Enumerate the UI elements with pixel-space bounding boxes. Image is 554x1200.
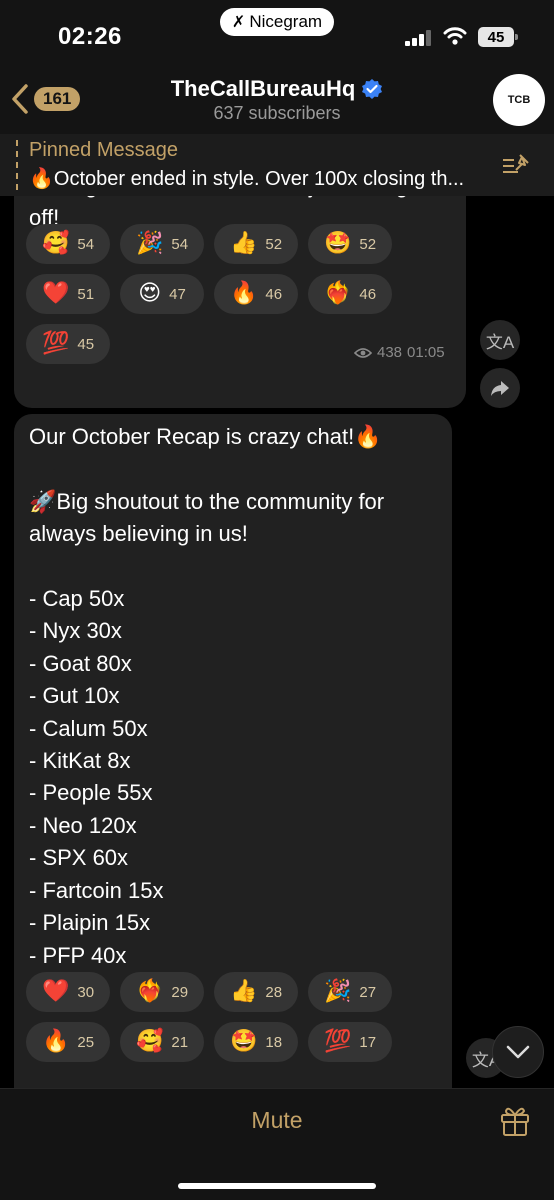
channel-info[interactable]: TheCallBureauHq 637 subscribers: [0, 76, 554, 124]
reaction-emoji: 😍: [138, 281, 162, 306]
pinned-title: Pinned Message: [29, 139, 178, 161]
nicegram-logo-icon: ✗: [231, 14, 246, 31]
reaction-emoji: 👍: [229, 231, 258, 256]
nicegram-pill[interactable]: ✗ Nicegram: [220, 8, 334, 36]
reaction-count: 46: [359, 285, 377, 303]
message-bubble[interactable]: closing the month and we’re just taking …: [14, 196, 466, 408]
reaction-chip[interactable]: 😍 47: [120, 274, 204, 314]
reaction-chip[interactable]: 🥰 54: [26, 224, 110, 264]
reaction-count: 18: [265, 1033, 283, 1051]
home-indicator[interactable]: [178, 1183, 376, 1189]
avatar-text: TCB: [507, 94, 531, 106]
reaction-emoji: 🥰: [135, 1029, 164, 1054]
reaction-emoji: 🎉: [323, 979, 352, 1004]
message-list[interactable]: closing the month and we’re just taking …: [0, 196, 554, 1088]
reaction-chip[interactable]: 👍 52: [214, 224, 298, 264]
reaction-list: ❤️ 30 ❤️‍🔥 29 👍 28 🎉 27 🔥 25 🥰 21 🤩 18 💯 17: [26, 972, 416, 1062]
scroll-down-button[interactable]: [492, 1026, 544, 1078]
pinned-indicator: [16, 140, 18, 190]
reaction-count: 28: [265, 983, 283, 1001]
reaction-emoji: ❤️‍🔥: [135, 979, 164, 1004]
reaction-chip[interactable]: 👍 28: [214, 972, 298, 1012]
channel-title: TheCallBureauHq: [171, 76, 384, 102]
nicegram-pill-label: Nicegram: [249, 12, 323, 31]
reaction-chip[interactable]: 💯 17: [308, 1022, 392, 1062]
mute-button[interactable]: Mute: [0, 1107, 554, 1134]
status-time: 02:26: [58, 23, 122, 50]
reaction-emoji: ❤️: [41, 281, 70, 306]
reaction-count: 45: [77, 335, 95, 353]
reaction-count: 27: [359, 983, 377, 1001]
reaction-list: 🥰 54 🎉 54 👍 52 🤩 52 ❤️ 51 😍 47 🔥 46 ❤️‍🔥 46 💯 45: [26, 224, 416, 364]
reaction-count: 25: [77, 1033, 95, 1051]
translate-button[interactable]: 文A: [480, 320, 520, 360]
pinned-text: 🔥October ended in style. Over 100x closi…: [29, 168, 465, 190]
reaction-chip[interactable]: 🔥 46: [214, 274, 298, 314]
eye-icon: [354, 347, 372, 358]
channel-avatar[interactable]: TCB: [493, 74, 545, 126]
reaction-chip[interactable]: 🎉 27: [308, 972, 392, 1012]
reaction-chip[interactable]: ❤️ 51: [26, 274, 110, 314]
reaction-emoji: 🎉: [135, 231, 164, 256]
reaction-emoji: ❤️‍🔥: [323, 281, 352, 306]
message-text: Our October Recap is crazy chat!🔥 🚀Big s…: [29, 424, 385, 968]
reaction-count: 52: [265, 235, 283, 253]
reaction-chip[interactable]: ❤️‍🔥 46: [308, 274, 392, 314]
reaction-count: 54: [171, 235, 189, 253]
reaction-count: 46: [265, 285, 283, 303]
reaction-chip[interactable]: 🔥 25: [26, 1022, 110, 1062]
share-button[interactable]: [480, 368, 520, 408]
reaction-emoji: 🤩: [323, 231, 352, 256]
reaction-chip[interactable]: ❤️ 30: [26, 972, 110, 1012]
reaction-count: 54: [77, 235, 95, 253]
pin-list-icon[interactable]: [500, 152, 532, 180]
view-count: 438: [377, 344, 403, 361]
reaction-count: 30: [77, 983, 95, 1001]
reaction-count: 21: [171, 1033, 189, 1051]
gift-icon[interactable]: [498, 1103, 532, 1137]
reaction-emoji: 👍: [229, 979, 258, 1004]
reaction-chip[interactable]: 🤩 18: [214, 1022, 298, 1062]
translate-icon: 文A: [485, 332, 515, 352]
reaction-chip[interactable]: 🤩 52: [308, 224, 392, 264]
chevron-down-icon: [506, 1045, 530, 1059]
reaction-chip[interactable]: 💯 45: [26, 324, 110, 364]
reaction-count: 52: [359, 235, 377, 253]
reaction-count: 47: [169, 285, 186, 303]
wifi-icon: [443, 27, 467, 45]
message-meta: 438 01:05: [354, 344, 445, 361]
reaction-emoji: ❤️: [41, 979, 70, 1004]
reaction-emoji: 💯: [41, 331, 70, 356]
reaction-emoji: 💯: [323, 1029, 352, 1054]
reaction-chip[interactable]: 🥰 21: [120, 1022, 204, 1062]
reaction-count: 17: [359, 1033, 377, 1051]
reaction-emoji: 🤩: [229, 1029, 258, 1054]
battery-indicator: 45: [478, 27, 518, 47]
pinned-message-bar[interactable]: Pinned Message 🔥October ended in style. …: [0, 134, 554, 196]
verified-icon: [362, 79, 383, 99]
chat-header: 161 TheCallBureauHq 637 subscribers TCB: [0, 72, 554, 134]
reaction-emoji: 🥰: [41, 231, 70, 256]
bottom-bar: Mute: [0, 1088, 554, 1200]
reaction-count: 51: [77, 285, 95, 303]
reaction-count: 29: [171, 983, 189, 1001]
reaction-chip[interactable]: ❤️‍🔥 29: [120, 972, 204, 1012]
status-bar: 02:26 ✗ Nicegram 45: [0, 0, 554, 72]
subscriber-count: 637 subscribers: [213, 103, 341, 123]
channel-name: TheCallBureauHq: [170, 76, 356, 101]
share-icon: [491, 381, 509, 396]
reaction-chip[interactable]: 🎉 54: [120, 224, 204, 264]
reaction-emoji: 🔥: [41, 1029, 70, 1054]
message-time: 01:05: [407, 344, 445, 361]
reaction-emoji: 🔥: [229, 281, 258, 306]
signal-icon: [405, 30, 431, 46]
message-bubble[interactable]: Our October Recap is crazy chat!🔥 🚀Big s…: [14, 414, 452, 1088]
